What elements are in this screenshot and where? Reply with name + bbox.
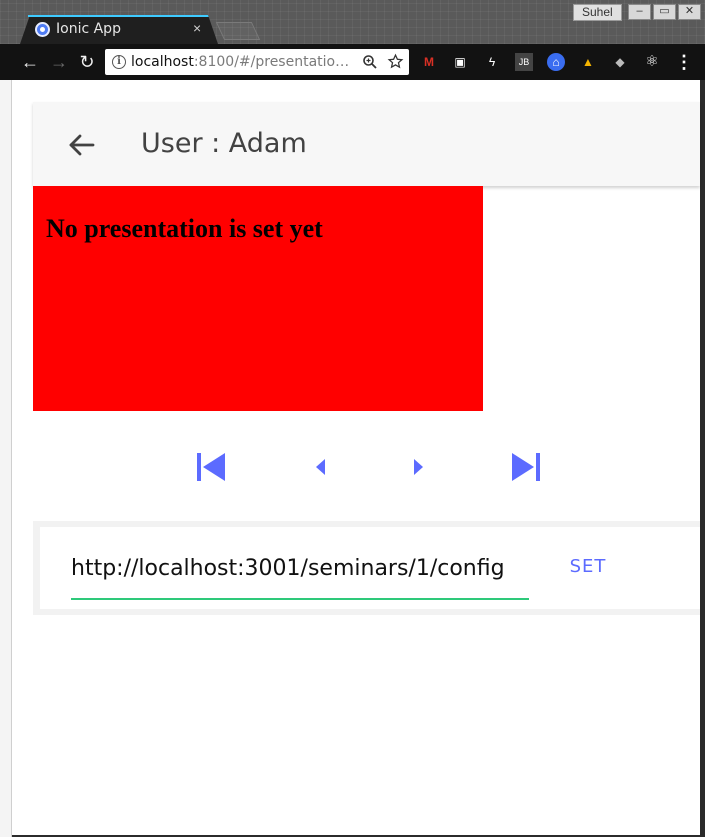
config-card-inner: SET (40, 527, 700, 609)
drive-glyph: ▲ (582, 55, 594, 69)
react-glyph: ⚛ (645, 53, 659, 70)
last-slide-button[interactable] (506, 450, 546, 484)
presentation-message: No presentation is set yet (46, 214, 323, 243)
react-icon[interactable]: ⚛ (643, 53, 661, 71)
site-info-icon[interactable]: i (112, 55, 126, 69)
presentation-frame: No presentation is set yet (33, 186, 483, 411)
bolt-glyph: ϟ (488, 55, 496, 69)
drive-icon[interactable]: ▲ (579, 53, 597, 71)
jetbrains-glyph: JB (518, 57, 530, 67)
menu-glyph: ⋮ (675, 52, 693, 72)
presentation-url-input[interactable] (71, 551, 529, 585)
url-host: localhost (131, 54, 194, 70)
browser-menu-icon[interactable]: ⋮ (675, 53, 693, 71)
forward-nav-icon[interactable]: → (47, 50, 71, 74)
window-border (700, 80, 705, 837)
next-slide-button[interactable] (400, 450, 440, 484)
page-content: User : Adam No presentation is set yet S… (12, 80, 700, 835)
camera-glyph: ▣ (454, 55, 466, 69)
back-nav-icon[interactable]: ← (18, 50, 42, 74)
minimize-button[interactable]: – (628, 4, 651, 20)
back-arrow-icon[interactable] (65, 128, 99, 162)
tab-title: Ionic App (56, 21, 121, 37)
close-window-button[interactable]: ✕ (678, 4, 701, 20)
gmail-glyph: M (424, 55, 434, 69)
url-path: :8100/#/presentation-r... (193, 54, 355, 70)
caret-right-icon (414, 459, 423, 475)
profile-name[interactable]: Suhel (573, 4, 622, 21)
bank-glyph: ⌂ (552, 55, 560, 69)
cube-glyph: ◆ (615, 55, 625, 69)
tab-highlight (28, 15, 208, 17)
input-underline (71, 598, 529, 600)
skip-last-icon (512, 453, 540, 481)
reload-icon[interactable]: ↻ (75, 50, 99, 74)
skip-first-icon (197, 453, 225, 481)
config-card: SET (33, 521, 700, 615)
app-header: User : Adam (33, 102, 700, 186)
tab-close-icon[interactable]: × (193, 20, 201, 36)
page-title: User : Adam (141, 128, 307, 159)
background-window-edge (0, 80, 12, 837)
zoom-icon[interactable] (362, 54, 378, 70)
star-icon[interactable] (387, 53, 404, 70)
maximize-button[interactable]: ▭ (653, 4, 676, 20)
cube-icon[interactable]: ◆ (611, 53, 629, 71)
first-slide-button[interactable] (190, 450, 230, 484)
url-text[interactable]: localhost:8100/#/presentation-r... (131, 54, 355, 70)
bolt-icon[interactable]: ϟ (483, 53, 501, 71)
address-bar[interactable]: i localhost:8100/#/presentation-r... (105, 49, 409, 75)
jetbrains-icon[interactable]: JB (515, 53, 533, 71)
bank-icon[interactable]: ⌂ (547, 53, 565, 71)
ionic-favicon-icon (35, 22, 50, 37)
camera-icon[interactable]: ▣ (451, 53, 469, 71)
previous-slide-button[interactable] (302, 450, 342, 484)
caret-left-icon (316, 459, 325, 475)
gmail-icon[interactable]: M (420, 53, 438, 71)
set-button[interactable]: SET (561, 549, 615, 585)
